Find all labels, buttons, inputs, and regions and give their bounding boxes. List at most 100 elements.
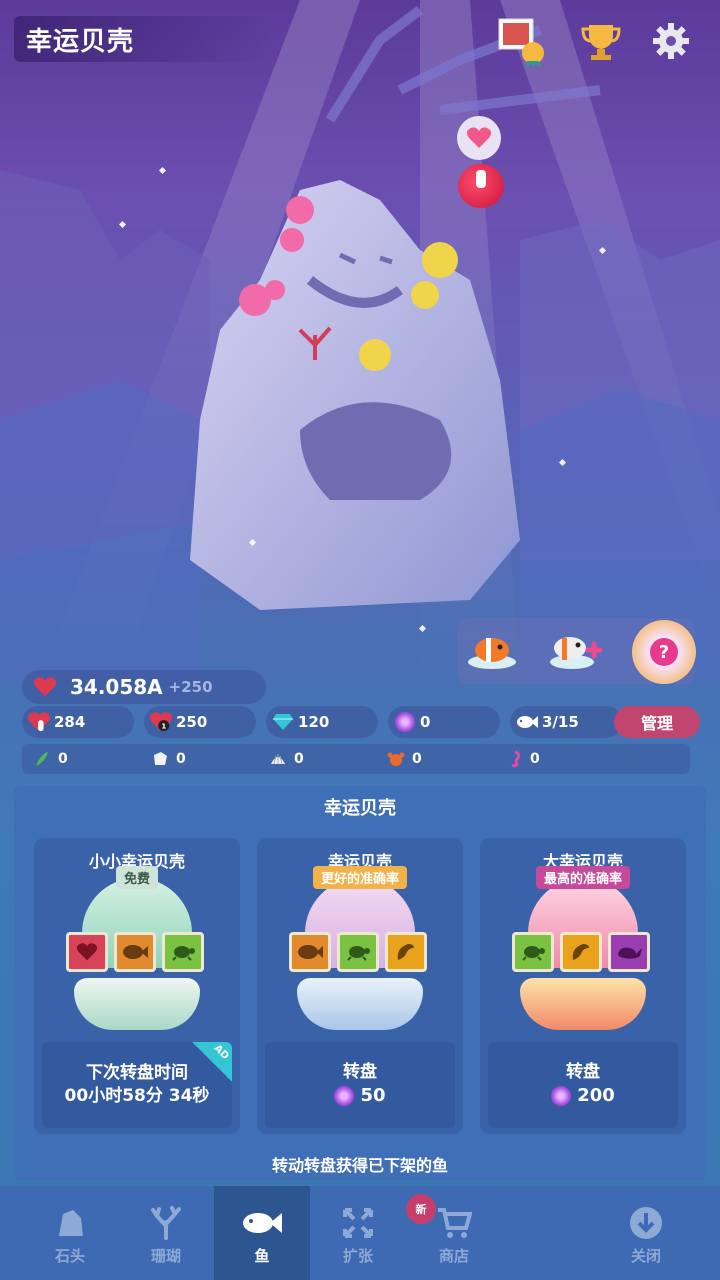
gear-icon[interactable] [644, 14, 698, 68]
bottom-tab-bar: 石头 珊瑚 鱼 扩张 新 商店 关闭 [0, 1186, 720, 1280]
resource-stone[interactable]: 0 [140, 744, 258, 774]
cost: 50 [334, 1084, 386, 1108]
pearl-icon [551, 1086, 572, 1107]
resource-crab[interactable]: 0 [376, 744, 494, 774]
tab-spacer [502, 1186, 598, 1280]
coral-icon [146, 1203, 186, 1243]
dolphin-icon [385, 932, 427, 972]
aquarium-scene[interactable] [0, 0, 720, 680]
panel-footer-note: 转动转盘获得已下架的鱼 [271, 1156, 448, 1175]
diamond-icon [270, 709, 296, 735]
vitality-counter: 34.058A +250 [22, 670, 266, 704]
timer-label: 下次转盘时间 [86, 1063, 188, 1084]
resource-value: 0 [530, 751, 540, 767]
spin-200-button[interactable]: 转盘 200 [488, 1042, 678, 1128]
tab-label: 珊瑚 [150, 1247, 181, 1265]
reward-slots [66, 932, 204, 972]
crab-icon [386, 749, 406, 769]
dolphin-icon [560, 932, 602, 972]
spin-label: 转盘 [566, 1062, 600, 1083]
card-ribbon: 更好的准确率 [312, 866, 408, 889]
fish-icon [114, 932, 156, 972]
diamond-stat[interactable]: 120 [266, 706, 378, 738]
fish-icon [514, 709, 540, 735]
fish-icon [289, 932, 331, 972]
stats-row: 284 1 250 120 0 3/15 管理 [22, 706, 702, 738]
page-title: 幸运贝壳 [14, 16, 274, 62]
card-ribbon: 最高的准确率 [535, 866, 631, 889]
fish-count-stat[interactable]: 3/15 [510, 706, 622, 738]
reward-slots [289, 932, 427, 972]
cost-value: 50 [360, 1085, 386, 1107]
turtle-icon [162, 932, 204, 972]
tab-fish[interactable]: 鱼 [214, 1186, 310, 1280]
tab-label: 商店 [438, 1247, 469, 1265]
cart-icon [434, 1203, 474, 1243]
tab-rock[interactable]: 石头 [22, 1186, 118, 1280]
pearl-icon [334, 1086, 355, 1107]
lucky-shell-card: 幸运贝壳 更好的准确率 转盘 50 [257, 838, 463, 1134]
cost: 200 [551, 1084, 615, 1108]
rock-icon [50, 1203, 90, 1243]
resource-seahorse[interactable]: 0 [494, 744, 612, 774]
resource-value: 0 [412, 751, 422, 767]
resource-shell[interactable]: 0 [258, 744, 376, 774]
pearl-icon [392, 709, 418, 735]
spin-50-button[interactable]: 转盘 50 [265, 1042, 455, 1128]
turtle-icon [337, 932, 379, 972]
resource-value: 0 [58, 751, 68, 767]
heart-icon [30, 672, 60, 702]
shell-base [74, 978, 200, 1030]
cost-value: 200 [577, 1085, 615, 1107]
next-spin-timer[interactable]: 下次转盘时间 00小时58分 34秒 AD [42, 1042, 232, 1128]
turtle-icon [512, 932, 554, 972]
expand-icon [338, 1203, 378, 1243]
small-lucky-shell-card: 小小幸运贝壳 免费 下次转盘时间 00小时58分 34秒 AD [34, 838, 240, 1134]
resource-seaweed[interactable]: 0 [22, 744, 140, 774]
pearl-stat[interactable]: 0 [388, 706, 500, 738]
ad-badge: AD [192, 1042, 232, 1082]
seahorse-icon [504, 749, 524, 769]
shell-icon [268, 749, 288, 769]
clownfish-icon[interactable] [462, 620, 522, 680]
reward-slots [512, 932, 650, 972]
tap-power-stat[interactable]: 284 [22, 706, 134, 738]
fish-character[interactable] [458, 164, 504, 208]
tab-label: 关闭 [630, 1247, 661, 1265]
gallery-badge-icon[interactable] [494, 14, 548, 68]
spin-label: 转盘 [343, 1062, 377, 1083]
resource-row: 0 0 0 0 0 [22, 744, 690, 774]
tab-label: 扩张 [342, 1247, 373, 1265]
tab-close[interactable]: 关闭 [598, 1186, 694, 1280]
vitality-value: 34.058A [70, 675, 163, 699]
stone-icon [150, 749, 170, 769]
shell-base [520, 978, 646, 1030]
new-badge: 新 [406, 1194, 436, 1224]
vitality-rate: +250 [168, 678, 213, 696]
per-second-stat[interactable]: 1 250 [144, 706, 256, 738]
tab-label: 鱼 [254, 1247, 270, 1265]
tab-coral[interactable]: 珊瑚 [118, 1186, 214, 1280]
tap-power-value: 284 [54, 713, 86, 731]
panel-title: 幸运贝壳 [324, 798, 396, 819]
clownfish-plus-icon[interactable] [546, 620, 606, 680]
shell-base [297, 978, 423, 1030]
tab-shop[interactable]: 新 商店 [406, 1186, 502, 1280]
tab-expand[interactable]: 扩张 [310, 1186, 406, 1280]
per-second-value: 250 [176, 713, 208, 731]
heart-bubble-icon[interactable] [457, 116, 501, 160]
pearl-value: 0 [420, 713, 431, 731]
big-lucky-shell-card: 大幸运贝壳 最高的准确率 转盘 200 [480, 838, 686, 1134]
heart-icon [66, 932, 108, 972]
tab-label: 石头 [54, 1247, 85, 1265]
resource-value: 0 [176, 751, 186, 767]
whale-icon [608, 932, 650, 972]
fish-icon [242, 1203, 282, 1243]
mystery-shell-icon[interactable]: ? [632, 620, 696, 684]
heart-timer-icon: 1 [148, 709, 174, 735]
timer-value: 00小时58分 34秒 [64, 1086, 210, 1106]
fish-count-value: 3/15 [542, 713, 579, 731]
lucky-shell-panel: 幸运贝壳 小小幸运贝壳 免费 下次转盘时间 00小时58分 34秒 AD 幸运贝… [14, 786, 706, 1180]
manage-button[interactable]: 管理 [614, 706, 700, 738]
trophy-icon[interactable] [574, 14, 628, 68]
